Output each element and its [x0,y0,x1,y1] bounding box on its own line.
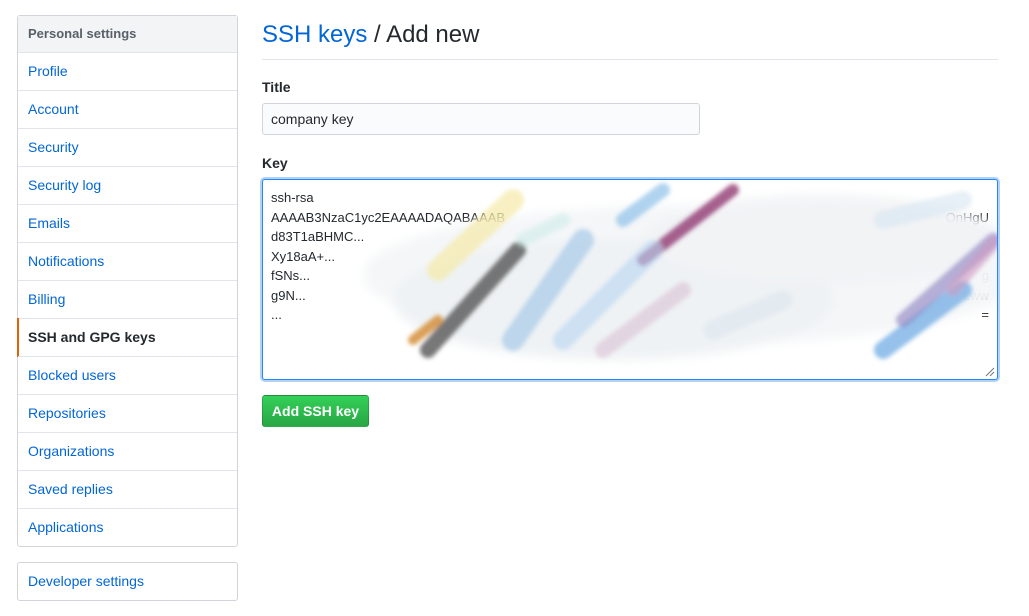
sidebar-item-security-log[interactable]: Security log [18,166,237,204]
key-label: Key [262,155,288,171]
title-label: Title [262,79,291,95]
page-title-text: Add new [386,21,480,48]
sidebar-item-emails[interactable]: Emails [18,204,237,242]
redaction-scribble [363,183,997,360]
sidebar-item-profile[interactable]: Profile [18,53,237,90]
sidebar-item-blocked-users[interactable]: Blocked users [18,356,237,394]
title-input[interactable] [262,103,700,135]
add-ssh-key-button[interactable]: Add SSH key [262,395,369,427]
breadcrumb-separator: / [374,21,381,48]
sidebar-item-organizations[interactable]: Organizations [18,432,237,470]
sidebar-item-applications[interactable]: Applications [18,508,237,546]
sidebar-menu-list: Profile Account Security Security log Emails… [17,53,237,546]
resize-grip-icon[interactable] [985,367,995,377]
developer-settings-menu: Developer settings [17,562,238,601]
page-title: SSH keys / Add new [262,15,998,60]
settings-sidebar: Personal settings Profile Account Security… [17,15,238,547]
sidebar-item-developer-settings[interactable]: Developer settings [18,563,237,600]
sidebar-item-repositories[interactable]: Repositories [18,394,237,432]
sidebar-item-billing[interactable]: Billing [18,280,237,318]
sidebar-item-saved-replies[interactable]: Saved replies [18,470,237,508]
sidebar-heading: Personal settings [18,16,237,53]
key-textarea[interactable]: ssh-rsaAAAAB3NzaC1yc2EAAAADAQABAAABOnHgU… [262,179,998,380]
sidebar-item-account[interactable]: Account [18,90,237,128]
sidebar-item-ssh-and-gpg-keys[interactable]: SSH and GPG keys [17,318,237,357]
main-content: SSH keys / Add new Title Key ssh-rsaAAAA… [262,15,998,427]
sidebar-item-notifications[interactable]: Notifications [18,242,237,280]
breadcrumb-ssh-keys-link[interactable]: SSH keys [262,21,367,48]
sidebar-item-security[interactable]: Security [18,128,237,166]
